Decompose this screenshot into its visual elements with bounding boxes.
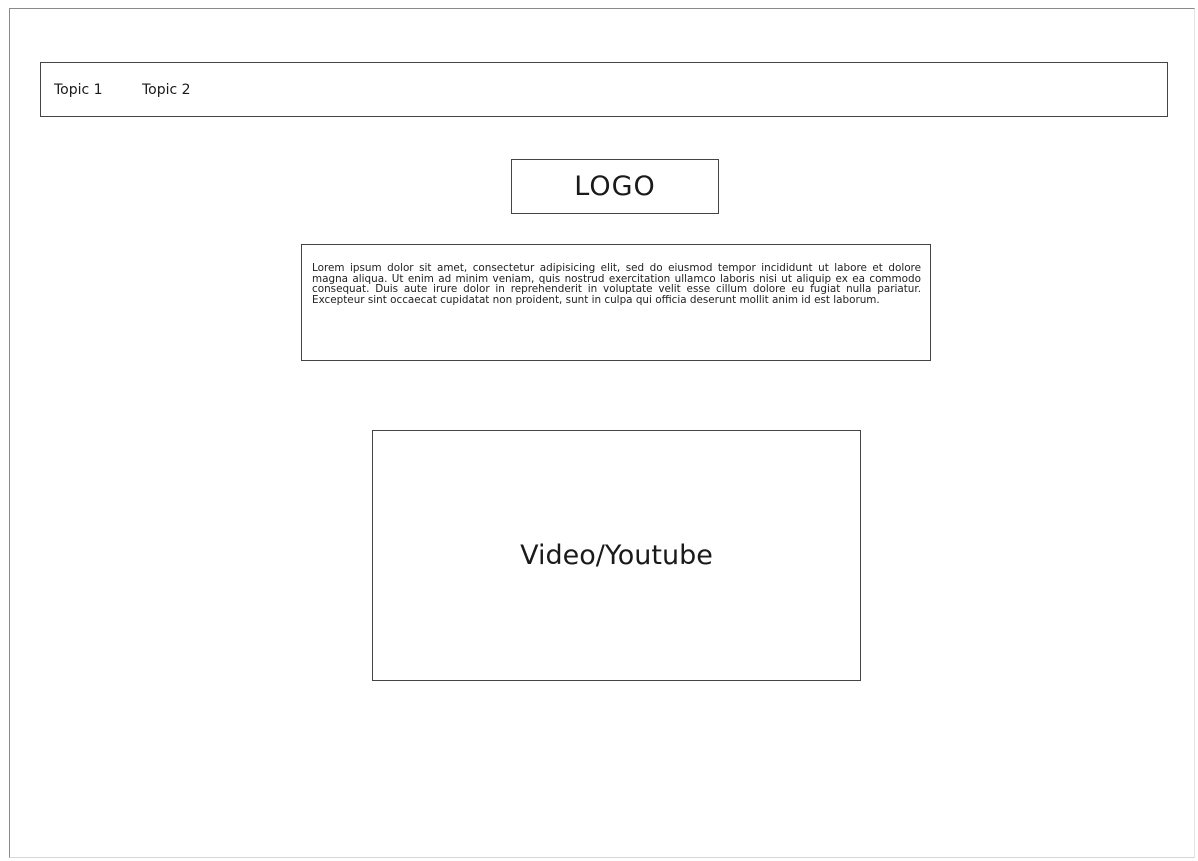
- nav-item-topic-2[interactable]: Topic 2: [142, 82, 191, 98]
- topic-nav-bar: Topic 1 Topic 2: [40, 62, 1168, 117]
- intro-paragraph: Lorem ipsum dolor sit amet, consectetur …: [312, 262, 921, 306]
- video-placeholder[interactable]: Video/Youtube: [372, 430, 861, 681]
- video-label: Video/Youtube: [520, 540, 713, 571]
- intro-text-box: Lorem ipsum dolor sit amet, consectetur …: [301, 244, 931, 361]
- logo-label: LOGO: [574, 171, 656, 202]
- logo-placeholder: LOGO: [511, 159, 719, 214]
- nav-item-topic-1[interactable]: Topic 1: [54, 82, 103, 98]
